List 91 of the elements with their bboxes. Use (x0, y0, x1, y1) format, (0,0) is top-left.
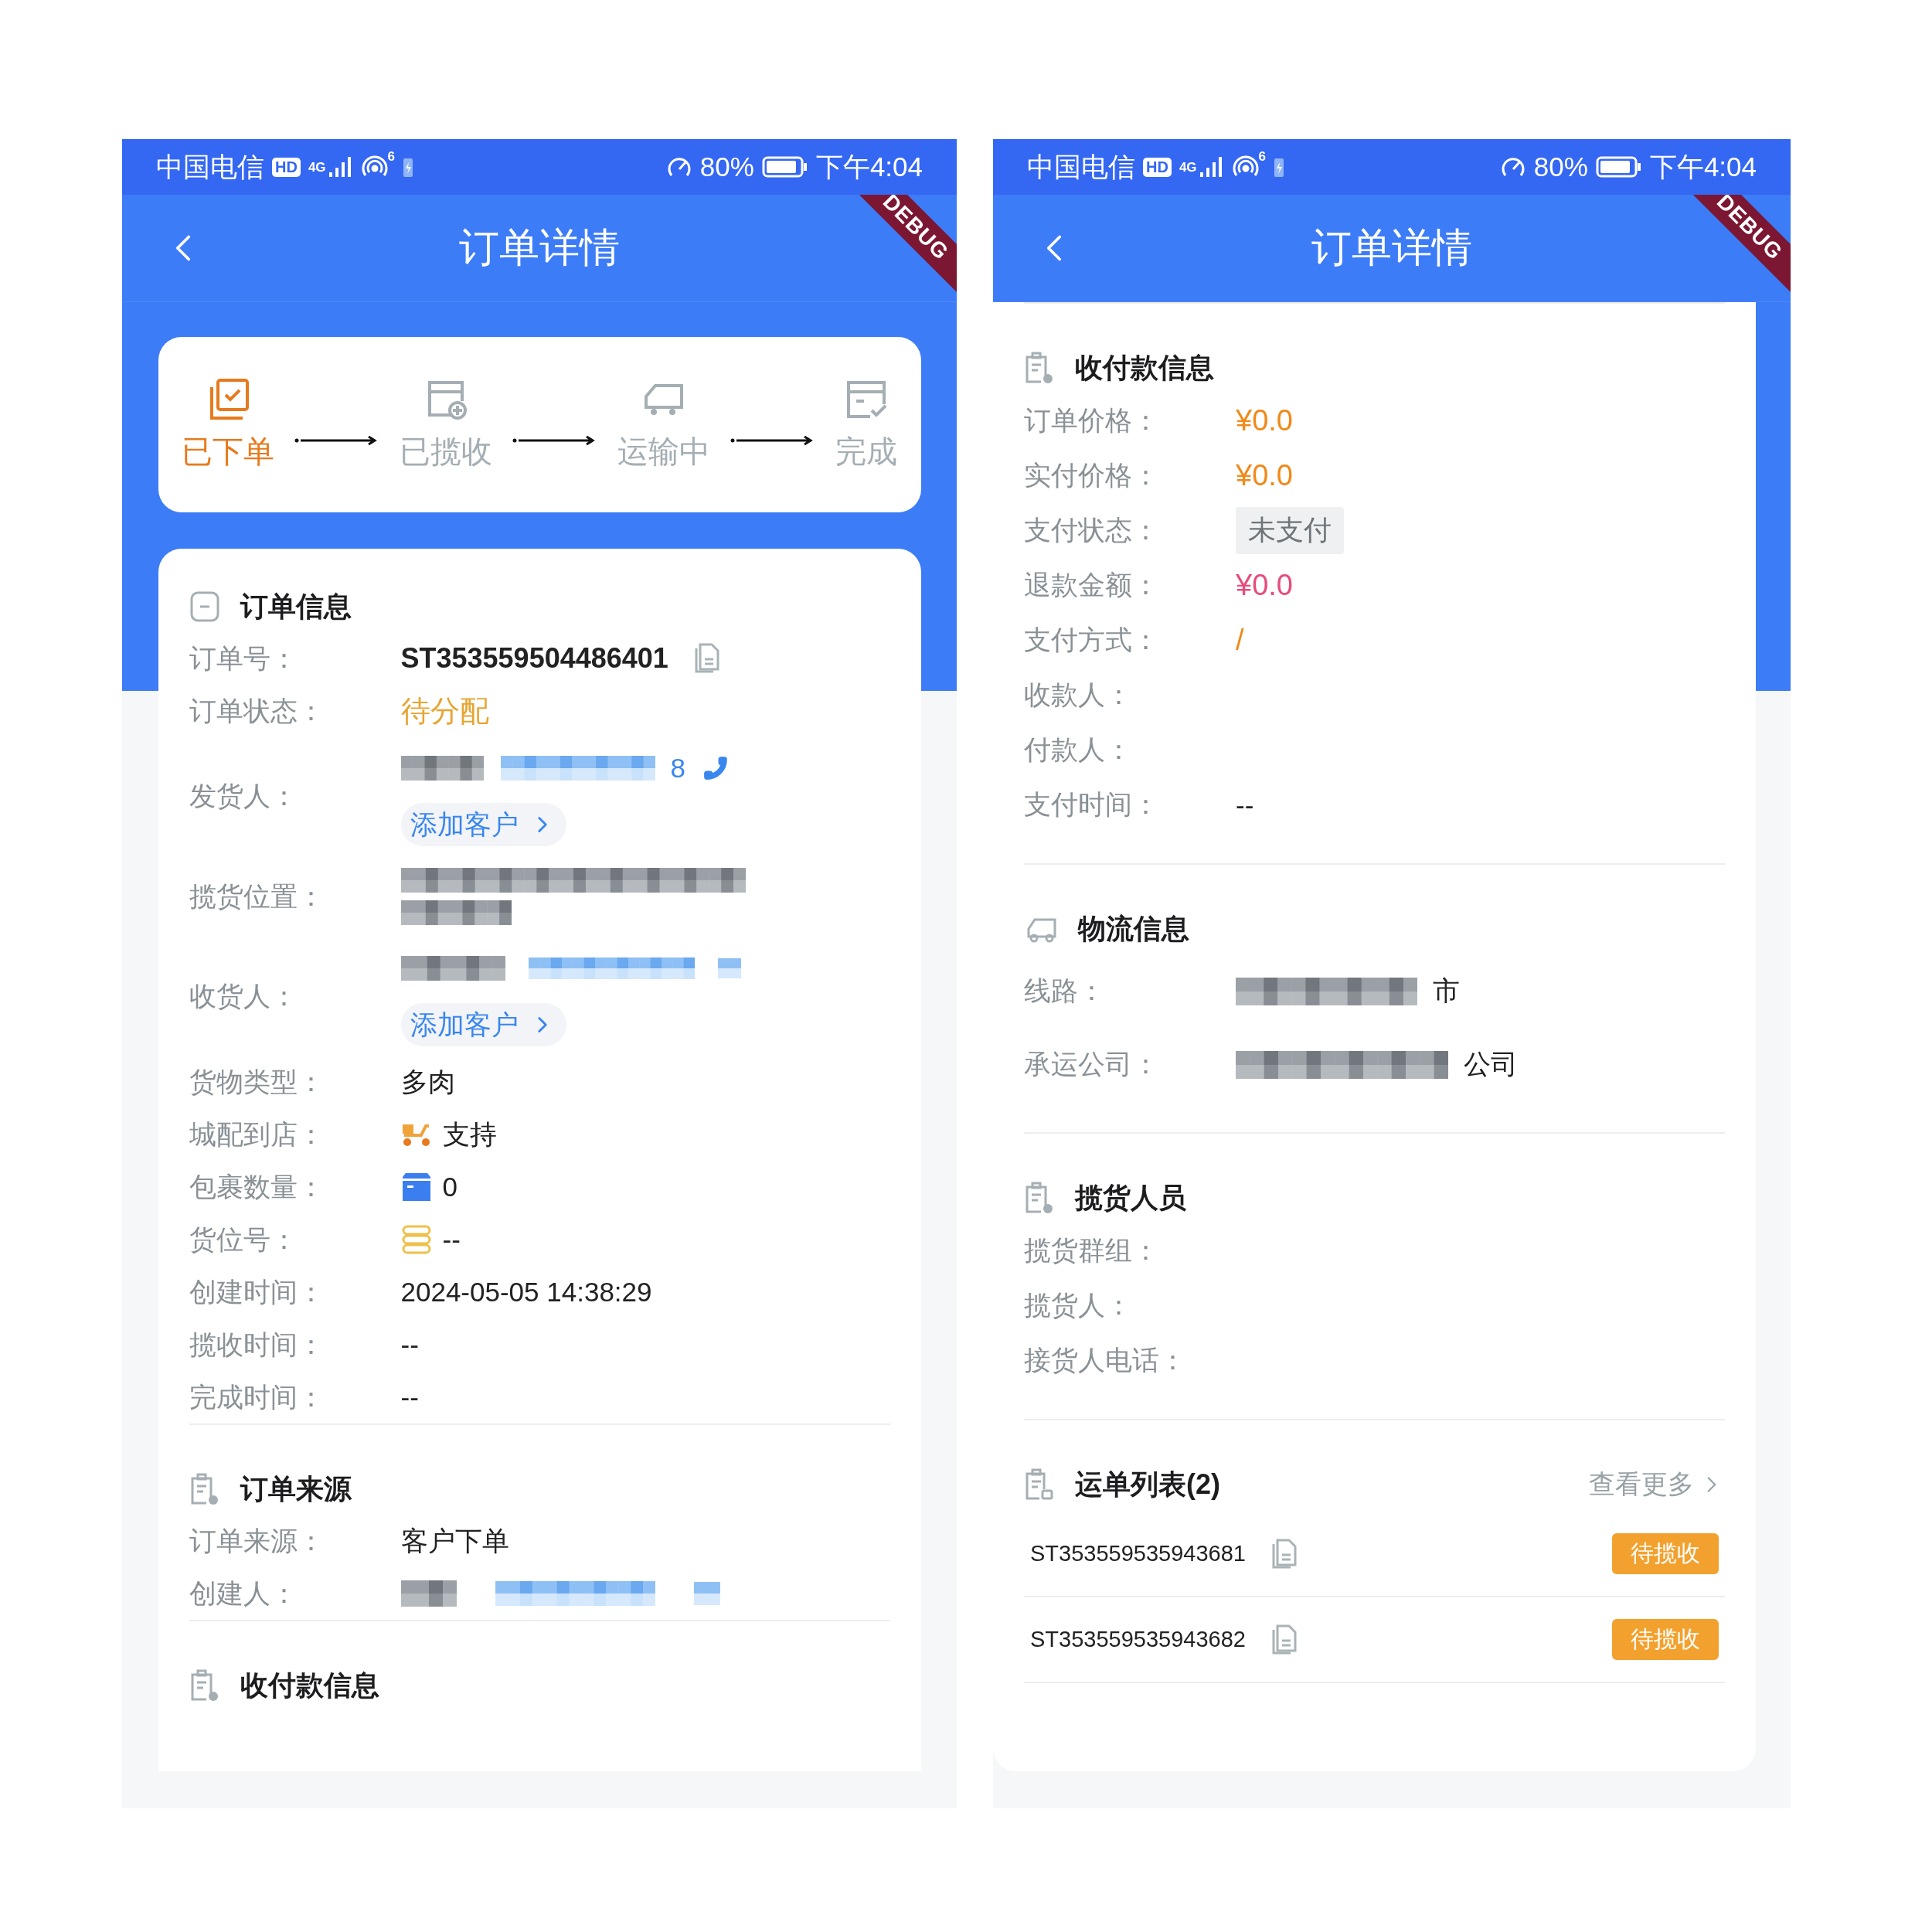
battery-percent: 80% (1533, 151, 1588, 182)
field-label: 退款金额： (1024, 569, 1160, 601)
page-title: 订单详情 (459, 224, 620, 271)
note-icon (189, 590, 220, 623)
field-label: 接货人电话： (1024, 1344, 1187, 1376)
carrier-name: 中国电信 (156, 150, 264, 183)
pixelated-text-drawing (693, 1582, 720, 1605)
box-icon (400, 1172, 432, 1202)
field-label: 揽收时间： (189, 1328, 325, 1361)
wifi-band-label: 6 (387, 150, 396, 163)
field-label: 实付价格： (1024, 459, 1160, 492)
field-label: 支付状态： (1024, 514, 1160, 546)
field-label: 货物类型： (189, 1065, 325, 1098)
battery-percent: 80% (699, 151, 754, 182)
field-value: 客户下单 (400, 1524, 509, 1557)
payment-status-tag: 未支付 (1236, 507, 1344, 554)
step-label: 已揽收 (399, 434, 492, 470)
field-value: 0 (442, 1172, 457, 1202)
wifi-band-label: 6 (1258, 150, 1267, 163)
field-label: 线路： (1024, 975, 1106, 1007)
field-label: 创建人： (189, 1577, 298, 1610)
field-label: 收货人： (189, 980, 298, 1012)
section-title: 订单信息 (240, 589, 352, 624)
section-title: 订单来源 (240, 1471, 352, 1506)
network-type: 4G (308, 160, 326, 174)
clipboard-icon (1024, 351, 1055, 385)
battery-charging-icon (403, 156, 414, 178)
clipboard-icon (1024, 1468, 1055, 1502)
field-label: 订单状态： (189, 694, 325, 727)
field-value: -- (400, 1382, 419, 1413)
section-title: 物流信息 (1078, 911, 1189, 946)
clock-time: 下午4:04 (1649, 150, 1757, 183)
field-value: -- (442, 1224, 461, 1255)
field-label: 包裹数量： (189, 1170, 325, 1203)
field-label: 订单价格： (1024, 404, 1160, 437)
field-value: 待分配 (400, 693, 489, 729)
waybill-number: ST353559535943682 (1030, 1627, 1246, 1652)
field-value: 支持 (442, 1117, 497, 1151)
field-value: ¥0.0 (1236, 404, 1293, 437)
section-title: 收付款信息 (240, 1668, 379, 1702)
phone-number: 8 (670, 753, 685, 784)
section-title: 收付款信息 (1075, 350, 1214, 385)
field-label: 支付时间： (1024, 788, 1160, 821)
battery-icon (761, 155, 808, 179)
field-label: 完成时间： (189, 1380, 325, 1413)
hd-badge: HD (1143, 157, 1172, 177)
field-label: 揽货位置： (189, 879, 325, 913)
field-label: 订单号： (189, 641, 298, 675)
field-label: 城配到店： (189, 1117, 325, 1151)
page-title: 订单详情 (1311, 224, 1472, 271)
section-title: 揽货人员 (1075, 1180, 1186, 1215)
field-value: ¥0.0 (1236, 569, 1293, 602)
order-number: ST353559504486401 (400, 642, 668, 675)
network-type: 4G (1179, 160, 1197, 174)
field-label: 发货人： (189, 780, 298, 812)
battery-charging-icon (1274, 156, 1285, 178)
field-value: 多肉 (400, 1065, 455, 1098)
step-label: 完成 (835, 434, 898, 470)
waybill-status-tag: 待揽收 (1612, 1533, 1719, 1574)
field-label: 付款人： (1024, 733, 1133, 766)
phone-icon[interactable] (702, 755, 729, 781)
battery-icon (1595, 155, 1642, 179)
section-title: 运单列表(2) (1075, 1467, 1220, 1502)
field-value: -- (1236, 789, 1254, 821)
field-label: 订单来源： (189, 1524, 325, 1557)
step-label: 已下单 (181, 434, 274, 470)
step-label: 运输中 (617, 434, 711, 470)
field-label: 支付方式： (1024, 624, 1160, 656)
field-value: 公司 (1464, 1048, 1518, 1080)
pixelated-text-drawing (717, 958, 741, 978)
stack-icon (400, 1224, 432, 1255)
field-value: 市 (1433, 975, 1460, 1007)
waybill-number: ST353559535943681 (1030, 1541, 1246, 1566)
field-label: 揽货群组： (1024, 1234, 1160, 1267)
add-customer-button[interactable]: 添加客户 (400, 1003, 566, 1046)
add-customer-button[interactable]: 添加客户 (400, 803, 566, 846)
view-more-link[interactable]: 查看更多 (1589, 1467, 1725, 1502)
field-label: 承运公司： (1024, 1048, 1160, 1080)
field-value: ¥0.0 (1236, 459, 1293, 492)
field-label: 揽货人： (1024, 1289, 1133, 1321)
field-label: 收款人： (1024, 679, 1133, 711)
clock-time: 下午4:04 (815, 150, 923, 183)
clipboard-icon (1024, 1181, 1055, 1215)
hd-badge: HD (272, 157, 301, 177)
waybill-status-tag: 待揽收 (1612, 1619, 1719, 1660)
field-label: 创建时间： (189, 1275, 325, 1308)
field-value: -- (400, 1329, 419, 1360)
field-value: / (1236, 624, 1244, 657)
carrier-name: 中国电信 (1027, 150, 1135, 183)
field-value: 2024-05-05 14:38:29 (400, 1277, 652, 1308)
field-label: 货位号： (189, 1223, 298, 1256)
